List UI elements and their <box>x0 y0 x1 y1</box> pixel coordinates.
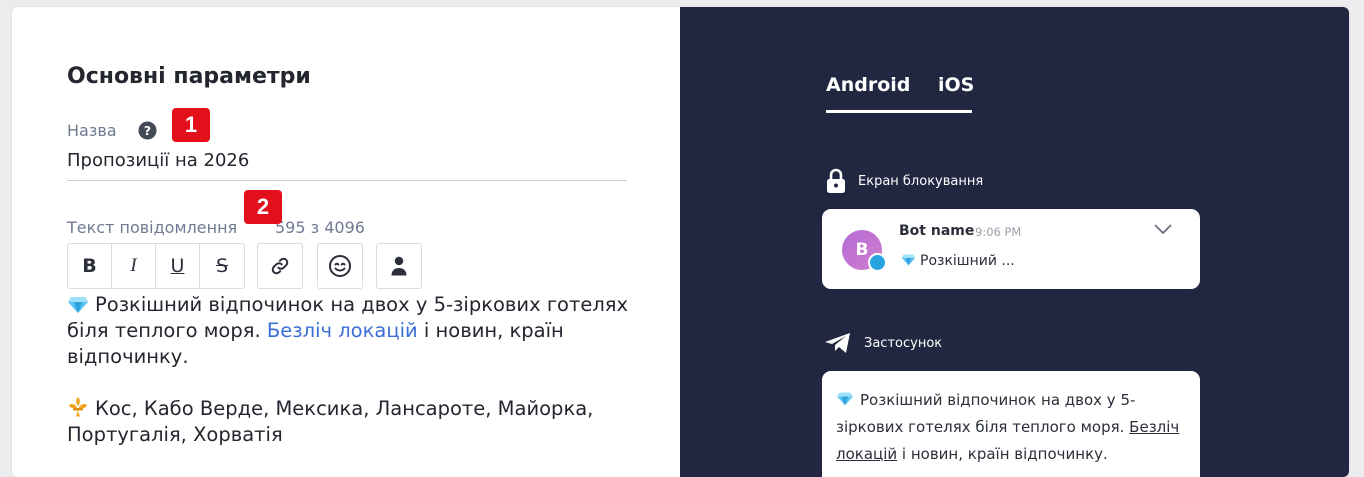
lock-screen-notification: B Bot name 9:06 PM Розкішний ... <box>822 209 1200 289</box>
editor-paragraph-2: Кос, Кабо Верде, Мексика, Лансароте, Май… <box>67 396 647 448</box>
link-icon <box>271 257 289 275</box>
campaign-editor-card: Основні параметри Назва ? 1 Пропозиції н… <box>12 7 1349 477</box>
telegram-badge-icon <box>868 253 887 272</box>
editor-paragraph-1: Розкішний відпочинок на двох у 5-зіркови… <box>67 292 647 370</box>
section-title: Основні параметри <box>67 64 311 89</box>
annotation-badge-2: 2 <box>244 190 282 224</box>
diamond-icon <box>68 297 88 313</box>
link-button[interactable] <box>258 244 302 288</box>
notification-text: Розкішний ... <box>901 253 1015 269</box>
app-message-tail: і новин, країн відпочинку. <box>897 445 1108 463</box>
name-field[interactable]: Пропозиції на 2026 <box>67 150 249 171</box>
lock-screen-heading: Екран блокування <box>826 168 983 194</box>
app-heading: Застосунок <box>824 332 942 354</box>
name-field-underline <box>67 180 627 181</box>
emoji-icon <box>329 255 351 277</box>
user-icon <box>391 256 407 276</box>
link-group <box>257 243 303 289</box>
insert-user-variable-button[interactable] <box>377 244 421 288</box>
emoji-group <box>317 243 363 289</box>
emoji-button[interactable] <box>318 244 362 288</box>
tabs-underline <box>826 110 972 113</box>
message-editor[interactable]: Розкішний відпочинок на двох у 5-зіркови… <box>67 292 647 448</box>
character-counter: 595 з 4096 <box>275 218 365 237</box>
lock-icon <box>827 168 845 193</box>
notification-time: 9:06 PM <box>975 225 1022 239</box>
fleur-de-lis-icon <box>69 397 87 417</box>
text-style-group: B I U S <box>67 243 245 289</box>
strikethrough-button[interactable]: S <box>200 244 244 288</box>
app-message-bubble: Розкішний відпочинок на двох у 5-зіркови… <box>822 371 1200 477</box>
bold-glyph: B <box>82 255 97 277</box>
personalization-group <box>376 243 422 289</box>
notification-title: Bot name <box>899 223 975 239</box>
lock-screen-label: Екран блокування <box>858 173 984 189</box>
platform-tabs: Android iOS <box>826 74 1126 114</box>
chevron-down-icon[interactable] <box>1153 223 1173 235</box>
italic-button[interactable]: I <box>112 244 156 288</box>
diamond-icon <box>901 254 916 266</box>
editor-link[interactable]: Безліч локацій <box>267 319 418 342</box>
preview-panel: Android iOS Екран блокування B Bot name … <box>680 7 1349 477</box>
app-message-text: Розкішний відпочинок на двох у 5-зіркови… <box>836 387 1186 468</box>
notification-preview-text: Розкішний ... <box>920 253 1015 269</box>
tab-android[interactable]: Android <box>826 74 910 96</box>
telegram-icon <box>825 333 850 353</box>
tab-ios[interactable]: iOS <box>938 74 974 96</box>
question-circle-icon[interactable]: ? <box>138 121 157 140</box>
app-label: Застосунок <box>864 335 943 351</box>
bold-button[interactable]: B <box>68 244 112 288</box>
message-label: Текст повідомлення <box>67 218 238 237</box>
underline-glyph: U <box>170 255 185 277</box>
annotation-badge-1: 1 <box>172 108 210 142</box>
app-message-body: Розкішний відпочинок на двох у 5-зіркови… <box>836 391 1136 436</box>
italic-glyph: I <box>130 255 137 276</box>
underline-button[interactable]: U <box>156 244 200 288</box>
strikethrough-glyph: S <box>215 255 229 277</box>
parameters-panel: Основні параметри Назва ? 1 Пропозиції н… <box>12 7 680 477</box>
diamond-icon <box>837 392 853 406</box>
editor-text-2: Кос, Кабо Верде, Мексика, Лансароте, Май… <box>67 397 594 446</box>
name-label: Назва <box>67 121 117 140</box>
svg-text:?: ? <box>144 124 151 138</box>
editor-blank-line <box>67 370 647 396</box>
